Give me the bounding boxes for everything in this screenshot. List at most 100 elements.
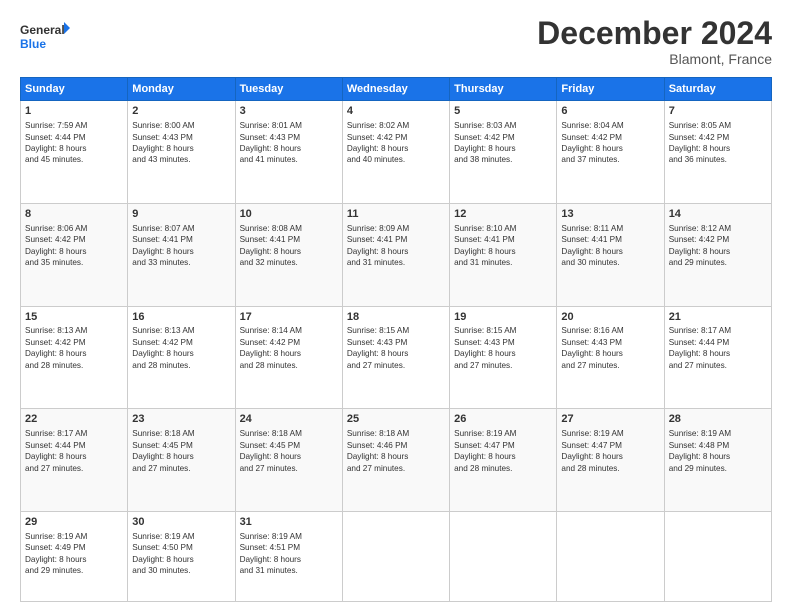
day-info: Sunrise: 8:17 AMSunset: 4:44 PMDaylight:… [669, 325, 767, 371]
calendar-cell: 18Sunrise: 8:15 AMSunset: 4:43 PMDayligh… [342, 306, 449, 409]
day-number: 4 [347, 104, 445, 119]
calendar-cell [342, 512, 449, 602]
calendar-week-2: 8Sunrise: 8:06 AMSunset: 4:42 PMDaylight… [21, 203, 772, 306]
calendar-cell: 12Sunrise: 8:10 AMSunset: 4:41 PMDayligh… [450, 203, 557, 306]
calendar-cell: 9Sunrise: 8:07 AMSunset: 4:41 PMDaylight… [128, 203, 235, 306]
calendar-cell: 7Sunrise: 8:05 AMSunset: 4:42 PMDaylight… [664, 101, 771, 204]
month-title: December 2024 [537, 16, 772, 51]
day-number: 23 [132, 412, 230, 427]
location: Blamont, France [537, 51, 772, 67]
calendar-cell: 11Sunrise: 8:09 AMSunset: 4:41 PMDayligh… [342, 203, 449, 306]
col-sunday: Sunday [21, 78, 128, 101]
day-info: Sunrise: 8:04 AMSunset: 4:42 PMDaylight:… [561, 120, 659, 166]
day-number: 22 [25, 412, 123, 427]
day-number: 5 [454, 104, 552, 119]
calendar-cell: 3Sunrise: 8:01 AMSunset: 4:43 PMDaylight… [235, 101, 342, 204]
calendar-week-1: 1Sunrise: 7:59 AMSunset: 4:44 PMDaylight… [21, 101, 772, 204]
day-info: Sunrise: 8:10 AMSunset: 4:41 PMDaylight:… [454, 223, 552, 269]
calendar-week-4: 22Sunrise: 8:17 AMSunset: 4:44 PMDayligh… [21, 409, 772, 512]
calendar-cell: 8Sunrise: 8:06 AMSunset: 4:42 PMDaylight… [21, 203, 128, 306]
calendar-cell [664, 512, 771, 602]
day-number: 28 [669, 412, 767, 427]
day-number: 11 [347, 207, 445, 222]
day-number: 14 [669, 207, 767, 222]
day-info: Sunrise: 8:19 AMSunset: 4:50 PMDaylight:… [132, 531, 230, 577]
col-tuesday: Tuesday [235, 78, 342, 101]
calendar-cell: 5Sunrise: 8:03 AMSunset: 4:42 PMDaylight… [450, 101, 557, 204]
calendar-cell: 28Sunrise: 8:19 AMSunset: 4:48 PMDayligh… [664, 409, 771, 512]
day-info: Sunrise: 8:11 AMSunset: 4:41 PMDaylight:… [561, 223, 659, 269]
day-number: 2 [132, 104, 230, 119]
day-info: Sunrise: 8:15 AMSunset: 4:43 PMDaylight:… [454, 325, 552, 371]
day-info: Sunrise: 8:08 AMSunset: 4:41 PMDaylight:… [240, 223, 338, 269]
col-saturday: Saturday [664, 78, 771, 101]
day-info: Sunrise: 8:00 AMSunset: 4:43 PMDaylight:… [132, 120, 230, 166]
calendar-cell: 15Sunrise: 8:13 AMSunset: 4:42 PMDayligh… [21, 306, 128, 409]
day-info: Sunrise: 8:14 AMSunset: 4:42 PMDaylight:… [240, 325, 338, 371]
calendar-cell [450, 512, 557, 602]
day-number: 6 [561, 104, 659, 119]
calendar-cell: 10Sunrise: 8:08 AMSunset: 4:41 PMDayligh… [235, 203, 342, 306]
calendar-cell: 27Sunrise: 8:19 AMSunset: 4:47 PMDayligh… [557, 409, 664, 512]
day-info: Sunrise: 8:09 AMSunset: 4:41 PMDaylight:… [347, 223, 445, 269]
day-info: Sunrise: 8:13 AMSunset: 4:42 PMDaylight:… [25, 325, 123, 371]
calendar-cell: 25Sunrise: 8:18 AMSunset: 4:46 PMDayligh… [342, 409, 449, 512]
calendar-cell: 22Sunrise: 8:17 AMSunset: 4:44 PMDayligh… [21, 409, 128, 512]
calendar-cell [557, 512, 664, 602]
day-info: Sunrise: 8:19 AMSunset: 4:47 PMDaylight:… [454, 428, 552, 474]
day-info: Sunrise: 8:16 AMSunset: 4:43 PMDaylight:… [561, 325, 659, 371]
day-info: Sunrise: 8:12 AMSunset: 4:42 PMDaylight:… [669, 223, 767, 269]
title-block: December 2024 Blamont, France [537, 16, 772, 67]
day-info: Sunrise: 8:18 AMSunset: 4:46 PMDaylight:… [347, 428, 445, 474]
day-number: 16 [132, 310, 230, 325]
calendar-cell: 14Sunrise: 8:12 AMSunset: 4:42 PMDayligh… [664, 203, 771, 306]
day-info: Sunrise: 8:19 AMSunset: 4:47 PMDaylight:… [561, 428, 659, 474]
col-thursday: Thursday [450, 78, 557, 101]
calendar-cell: 31Sunrise: 8:19 AMSunset: 4:51 PMDayligh… [235, 512, 342, 602]
day-number: 8 [25, 207, 123, 222]
day-info: Sunrise: 8:19 AMSunset: 4:51 PMDaylight:… [240, 531, 338, 577]
col-friday: Friday [557, 78, 664, 101]
day-info: Sunrise: 8:06 AMSunset: 4:42 PMDaylight:… [25, 223, 123, 269]
svg-text:General: General [20, 23, 65, 37]
day-info: Sunrise: 8:18 AMSunset: 4:45 PMDaylight:… [240, 428, 338, 474]
calendar-cell: 30Sunrise: 8:19 AMSunset: 4:50 PMDayligh… [128, 512, 235, 602]
day-number: 29 [25, 515, 123, 530]
calendar-cell: 1Sunrise: 7:59 AMSunset: 4:44 PMDaylight… [21, 101, 128, 204]
day-info: Sunrise: 8:19 AMSunset: 4:49 PMDaylight:… [25, 531, 123, 577]
logo-svg: General Blue [20, 16, 70, 58]
day-info: Sunrise: 8:19 AMSunset: 4:48 PMDaylight:… [669, 428, 767, 474]
day-info: Sunrise: 8:07 AMSunset: 4:41 PMDaylight:… [132, 223, 230, 269]
day-number: 18 [347, 310, 445, 325]
day-number: 26 [454, 412, 552, 427]
day-number: 3 [240, 104, 338, 119]
day-number: 1 [25, 104, 123, 119]
calendar-cell: 16Sunrise: 8:13 AMSunset: 4:42 PMDayligh… [128, 306, 235, 409]
day-number: 30 [132, 515, 230, 530]
calendar-cell: 29Sunrise: 8:19 AMSunset: 4:49 PMDayligh… [21, 512, 128, 602]
calendar-week-5: 29Sunrise: 8:19 AMSunset: 4:49 PMDayligh… [21, 512, 772, 602]
day-number: 21 [669, 310, 767, 325]
logo: General Blue [20, 16, 70, 58]
day-number: 9 [132, 207, 230, 222]
day-number: 27 [561, 412, 659, 427]
col-wednesday: Wednesday [342, 78, 449, 101]
day-number: 12 [454, 207, 552, 222]
day-number: 13 [561, 207, 659, 222]
calendar-cell: 20Sunrise: 8:16 AMSunset: 4:43 PMDayligh… [557, 306, 664, 409]
page: General Blue December 2024 Blamont, Fran… [0, 0, 792, 612]
calendar-cell: 24Sunrise: 8:18 AMSunset: 4:45 PMDayligh… [235, 409, 342, 512]
header: General Blue December 2024 Blamont, Fran… [20, 16, 772, 67]
day-info: Sunrise: 8:03 AMSunset: 4:42 PMDaylight:… [454, 120, 552, 166]
day-info: Sunrise: 8:02 AMSunset: 4:42 PMDaylight:… [347, 120, 445, 166]
calendar-week-3: 15Sunrise: 8:13 AMSunset: 4:42 PMDayligh… [21, 306, 772, 409]
calendar-cell: 21Sunrise: 8:17 AMSunset: 4:44 PMDayligh… [664, 306, 771, 409]
calendar-cell: 2Sunrise: 8:00 AMSunset: 4:43 PMDaylight… [128, 101, 235, 204]
calendar-cell: 4Sunrise: 8:02 AMSunset: 4:42 PMDaylight… [342, 101, 449, 204]
day-info: Sunrise: 8:05 AMSunset: 4:42 PMDaylight:… [669, 120, 767, 166]
col-monday: Monday [128, 78, 235, 101]
day-number: 15 [25, 310, 123, 325]
day-info: Sunrise: 8:01 AMSunset: 4:43 PMDaylight:… [240, 120, 338, 166]
day-number: 20 [561, 310, 659, 325]
calendar-cell: 19Sunrise: 8:15 AMSunset: 4:43 PMDayligh… [450, 306, 557, 409]
